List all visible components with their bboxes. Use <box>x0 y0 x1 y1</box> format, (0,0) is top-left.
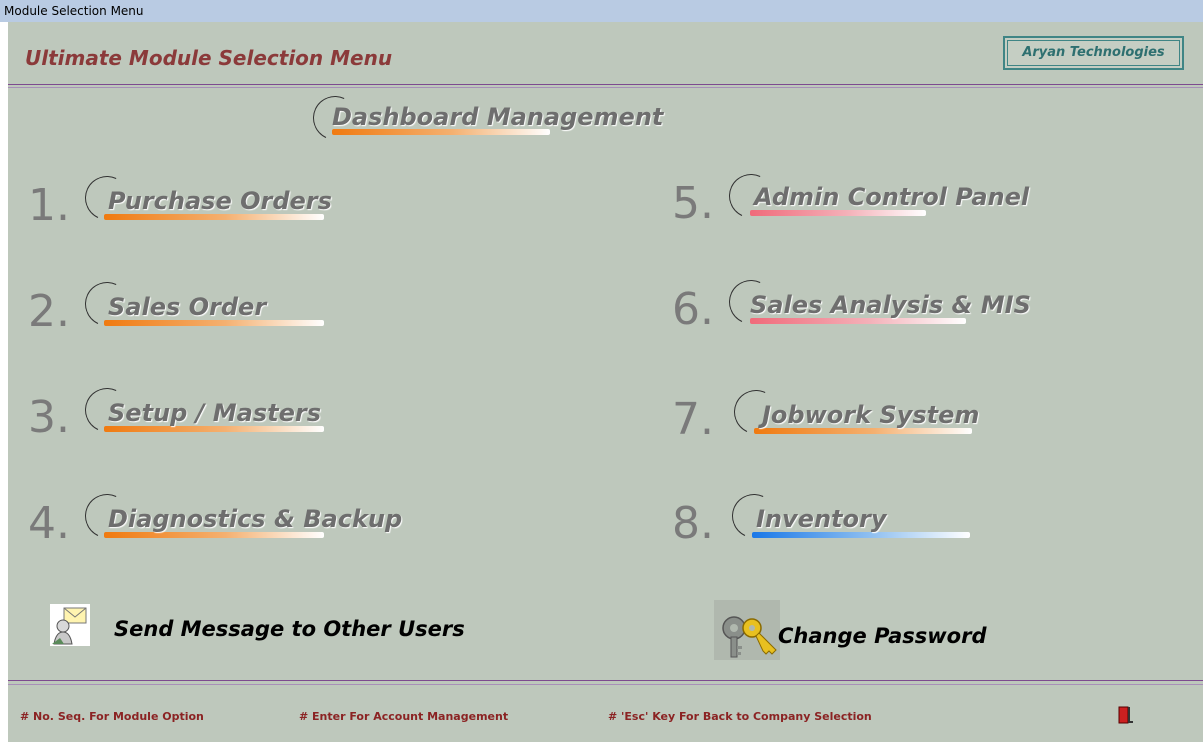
module-number: 6. <box>672 284 714 335</box>
module-label: Sales Analysis & MIS <box>750 291 1031 319</box>
module-label: Sales Order <box>108 293 267 321</box>
module-number: 3. <box>28 392 70 443</box>
main-panel: Ultimate Module Selection Menu Aryan Tec… <box>8 22 1203 742</box>
module-admin-control-panel[interactable]: 5. Admin Control Panel <box>672 167 1132 234</box>
module-label: Jobwork System <box>762 401 980 429</box>
module-number: 2. <box>28 286 70 337</box>
mail-user-icon <box>50 604 90 646</box>
exit-door-icon[interactable] <box>1118 706 1134 724</box>
hint-account-management: # Enter For Account Management <box>299 710 509 723</box>
change-password-label: Change Password <box>778 624 987 648</box>
module-label: Inventory <box>756 505 887 533</box>
page-title: Ultimate Module Selection Menu <box>25 46 393 70</box>
footer-divider-secondary <box>8 684 1203 685</box>
header-divider <box>8 84 1203 85</box>
window-title: Module Selection Menu <box>0 0 1203 22</box>
footer-divider <box>8 680 1203 681</box>
module-purchase-orders[interactable]: 1. Purchase Orders <box>28 169 428 236</box>
keys-icon <box>714 600 780 660</box>
hint-back-company: # 'Esc' Key For Back to Company Selectio… <box>608 710 872 723</box>
module-label: Diagnostics & Backup <box>108 505 403 533</box>
module-label: Admin Control Panel <box>754 183 1030 211</box>
module-number: 4. <box>28 498 70 549</box>
module-label: Dashboard Management <box>332 103 664 131</box>
module-label: Setup / Masters <box>108 399 322 427</box>
module-inventory[interactable]: 8. Inventory <box>672 487 1072 554</box>
module-sales-order[interactable]: 2. Sales Order <box>28 275 428 342</box>
hint-module-option: # No. Seq. For Module Option <box>20 710 204 723</box>
send-message-button[interactable]: Send Message to Other Users <box>48 600 568 650</box>
module-number: 1. <box>28 180 70 231</box>
dashboard-management-button[interactable]: Dashboard Management <box>306 89 768 154</box>
module-number: 7. <box>672 394 714 445</box>
module-jobwork-system[interactable]: 7. Jobwork System <box>672 383 1072 448</box>
change-password-button[interactable]: Change Password <box>714 600 1074 660</box>
module-sales-analysis-mis[interactable]: 6. Sales Analysis & MIS <box>672 273 1142 340</box>
header-divider-secondary <box>8 87 1203 88</box>
module-number: 5. <box>672 178 714 229</box>
module-number: 8. <box>672 498 714 549</box>
send-message-label: Send Message to Other Users <box>114 617 465 641</box>
module-setup-masters[interactable]: 3. Setup / Masters <box>28 381 428 448</box>
brand-box: Aryan Technologies <box>1003 36 1184 70</box>
module-diagnostics-backup[interactable]: 4. Diagnostics & Backup <box>28 487 508 554</box>
brand-label: Aryan Technologies <box>1007 40 1180 66</box>
module-label: Purchase Orders <box>108 187 332 215</box>
